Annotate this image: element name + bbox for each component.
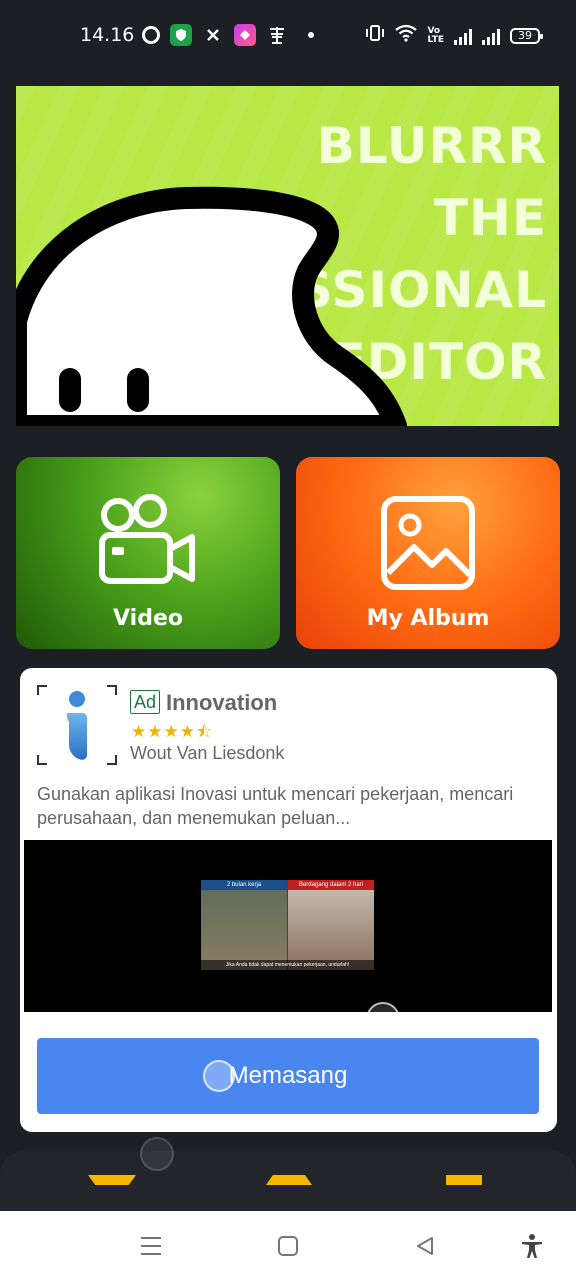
- shield-app-icon: [170, 24, 192, 46]
- system-status-icons: Vo LTE 39: [365, 24, 543, 47]
- nav-tab-2[interactable]: [266, 1175, 312, 1185]
- signal-strength-1-icon: [454, 27, 472, 45]
- signal-strength-2-icon: [482, 27, 500, 45]
- ad-badge: Ad: [130, 690, 161, 714]
- x-app-icon: [202, 24, 224, 46]
- innovation-logo-icon: [67, 691, 87, 760]
- ad-developer-name: Wout Van Liesdonk: [130, 743, 285, 763]
- home-icon[interactable]: [273, 1231, 303, 1261]
- accessibility-icon[interactable]: [517, 1231, 547, 1261]
- install-button[interactable]: Memasang: [37, 1038, 539, 1114]
- touch-indicator: [203, 1060, 235, 1092]
- native-ad-card[interactable]: Ad Innovation ★★★★⯪ Wout Van Liesdonk Gu…: [20, 668, 557, 1132]
- ring-app-icon: [142, 26, 160, 44]
- touch-indicator: [140, 1137, 174, 1171]
- promo-banner[interactable]: BLURRR THE ESSIONAL V EDITOR: [16, 86, 559, 426]
- video-camera-icon: [99, 494, 195, 584]
- back-icon[interactable]: [410, 1231, 440, 1261]
- app-bottom-nav: [0, 1137, 576, 1211]
- status-bar: 14.16 Vo LTE 39: [0, 0, 576, 72]
- thumb-tag-left: 2 bulan kerja: [201, 880, 287, 890]
- video-tile[interactable]: Video: [16, 457, 280, 649]
- ghost-mascot-icon: [16, 186, 407, 426]
- nav-tab-3[interactable]: [446, 1175, 482, 1185]
- install-button-label: Memasang: [228, 1062, 348, 1089]
- system-navigation-bar: [0, 1211, 576, 1280]
- thumb-right-scene: [288, 880, 374, 970]
- thumb-tag-right: Berdagang dalam 2 hari: [288, 880, 374, 890]
- battery-level: 39: [518, 29, 532, 42]
- chinese-app-icon: [266, 24, 288, 46]
- thumb-caption: Jika Anda tidak dapat menemukan pekerjaa…: [201, 960, 374, 970]
- touch-indicator: [366, 1002, 400, 1036]
- ad-media-thumbnail: 2 bulan kerja Berdagang dalam 2 hari Jik…: [201, 880, 374, 970]
- thumb-left-scene: [201, 880, 287, 970]
- ad-description: Gunakan aplikasi Inovasi untuk mencari p…: [37, 784, 514, 828]
- volte-indicator: Vo LTE: [427, 25, 444, 45]
- gallery-image-icon: [381, 496, 475, 590]
- my-album-tile-label: My Album: [366, 606, 490, 631]
- more-notifications-dot: [308, 32, 314, 38]
- nav-tab-1[interactable]: [88, 1175, 136, 1185]
- ad-media-player[interactable]: 2 bulan kerja Berdagang dalam 2 hari Jik…: [24, 840, 552, 1012]
- battery-icon: 39: [510, 27, 543, 44]
- ad-app-title[interactable]: Innovation: [166, 690, 277, 716]
- wifi-icon: [395, 24, 418, 47]
- ad-app-logo[interactable]: [37, 685, 117, 765]
- my-album-tile[interactable]: My Album: [296, 457, 560, 649]
- shortcut-app-icon: [234, 24, 256, 46]
- vibrate-icon: [365, 24, 385, 47]
- notification-icons: [142, 24, 314, 46]
- status-time: 14.16: [80, 24, 135, 46]
- video-tile-label: Video: [113, 606, 183, 631]
- recent-apps-icon[interactable]: [136, 1231, 166, 1261]
